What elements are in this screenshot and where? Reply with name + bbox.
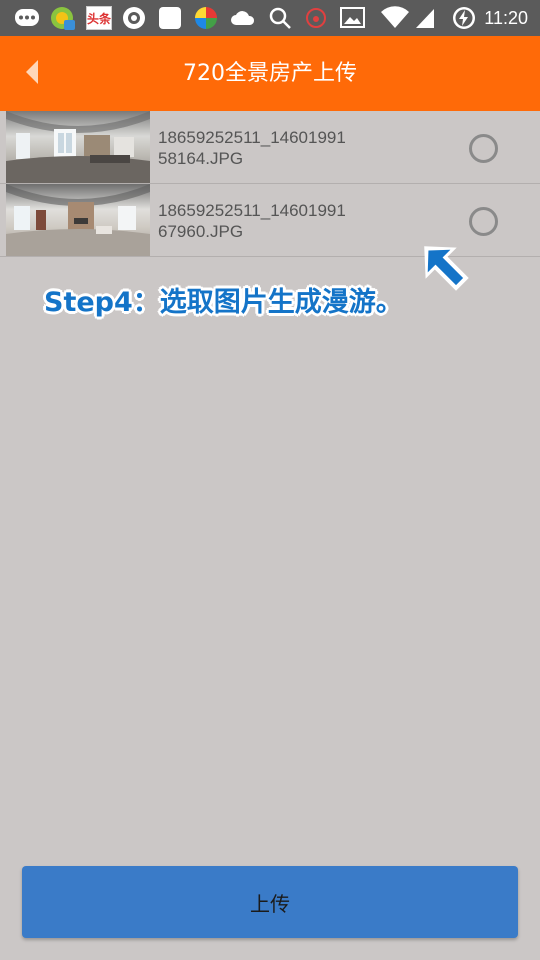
wifi-icon bbox=[380, 6, 410, 30]
battery-charging-icon bbox=[452, 6, 476, 30]
kitchen-panorama-image bbox=[6, 111, 150, 183]
select-radio[interactable] bbox=[469, 207, 498, 236]
panorama-thumbnail bbox=[6, 184, 150, 256]
status-bar: 头条 11:20 bbox=[0, 0, 540, 36]
app-icon bbox=[50, 6, 75, 30]
cloud-icon bbox=[230, 6, 255, 30]
status-time: 11:20 bbox=[484, 8, 528, 28]
image-icon bbox=[340, 6, 366, 30]
toutiao-label: 头条 bbox=[87, 11, 112, 26]
app-header: 720全景房产上传 bbox=[0, 36, 540, 111]
weibo-icon bbox=[304, 6, 328, 30]
signal-icon bbox=[414, 6, 436, 30]
panorama-thumbnail bbox=[6, 111, 150, 183]
living-room-panorama-image bbox=[6, 184, 150, 256]
select-radio[interactable] bbox=[469, 134, 498, 163]
upload-button[interactable]: 上传 bbox=[22, 866, 518, 938]
back-button[interactable] bbox=[12, 54, 52, 94]
page-title: 720全景房产上传 bbox=[183, 61, 357, 86]
file-row[interactable]: 18659252511_1460199158164.JPG bbox=[0, 111, 540, 184]
file-name: 18659252511_1460199158164.JPG bbox=[158, 128, 346, 168]
app-square-icon bbox=[158, 6, 182, 30]
search-icon bbox=[268, 6, 292, 30]
game-icon bbox=[194, 6, 218, 30]
toutiao-icon: 头条 bbox=[86, 6, 112, 30]
message-icon bbox=[14, 6, 39, 30]
pointer-arrow-icon bbox=[414, 236, 474, 296]
back-arrow-icon bbox=[24, 59, 40, 89]
browser-icon bbox=[122, 6, 146, 30]
step-hint-text: Step4：选取图片生成漫游。 bbox=[44, 287, 403, 318]
file-name: 18659252511_1460199167960.JPG bbox=[158, 201, 346, 241]
